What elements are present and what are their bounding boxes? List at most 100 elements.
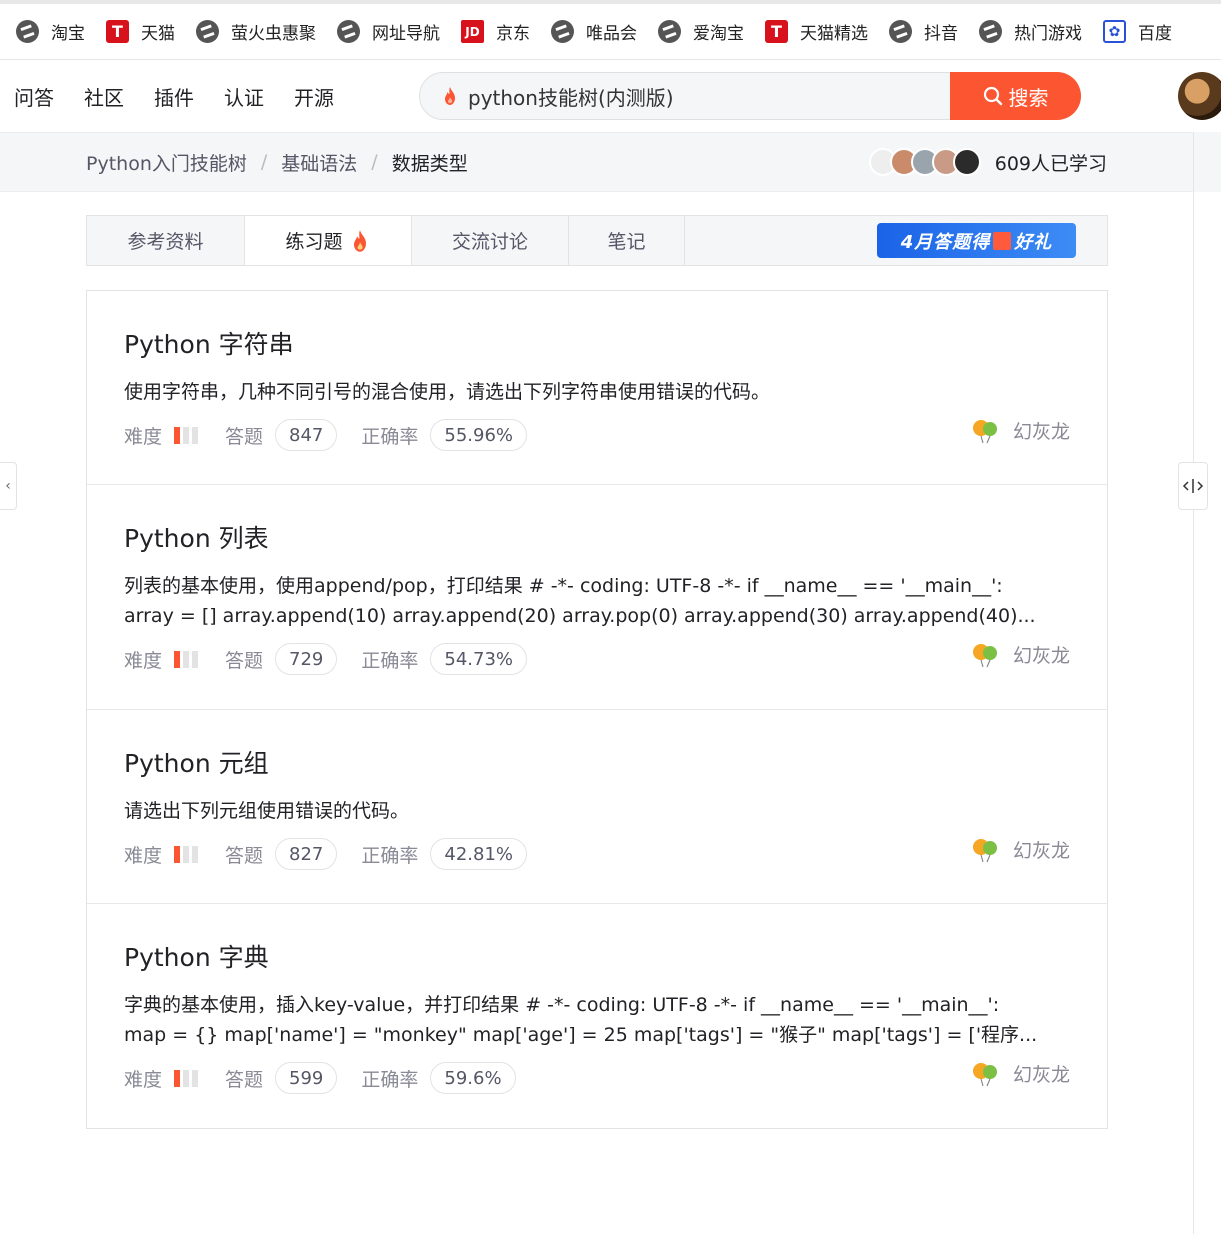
nav-links: 问答 社区 插件 认证 开源 <box>14 60 364 132</box>
exercise-title[interactable]: Python 元组 <box>124 746 1070 782</box>
promo-text: 好礼 <box>1014 231 1053 253</box>
difficulty-label: 难度 <box>124 1068 163 1091</box>
bookmark-tmall-select[interactable]: T 天猫精选 <box>765 19 868 44</box>
exercise-author[interactable]: 幻灰龙 <box>971 417 1070 444</box>
learner-avatar <box>952 148 981 176</box>
bookmark-label: 天猫精选 <box>800 24 868 44</box>
tmall-icon: T <box>106 20 129 43</box>
balloon-avatar-icon <box>972 643 997 667</box>
exercise-author[interactable]: 幻灰龙 <box>971 1060 1070 1087</box>
exercise-card[interactable]: Python 列表 列表的基本使用，使用append/pop，打印结果 # -*… <box>87 485 1107 710</box>
bookmark-douyin[interactable]: 抖音 <box>889 19 958 44</box>
exercise-description: 使用字符串，几种不同引号的混合使用，请选出下列字符串使用错误的代码。 <box>124 381 771 403</box>
exercise-meta: 难度 答题 599 正确率 59.6% <box>124 1062 1070 1094</box>
exercise-title[interactable]: Python 字典 <box>124 940 1070 976</box>
exercise-card[interactable]: Python 元组 请选出下列元组使用错误的代码。 难度 答题 827 正确率 … <box>87 710 1107 904</box>
bookmark-nav[interactable]: 网址导航 <box>337 19 440 44</box>
tab-label: 参考资料 <box>127 231 204 253</box>
expand-arrows-icon <box>1182 479 1204 493</box>
fire-icon <box>353 229 366 252</box>
nav-link-qa[interactable]: 问答 <box>14 82 54 111</box>
learners-count: 609人已学习 <box>994 152 1107 175</box>
difficulty-bars <box>174 845 201 863</box>
bookmark-games[interactable]: 热门游戏 <box>979 19 1082 44</box>
chevron-left-icon[interactable]: ‹ <box>0 462 17 510</box>
difficulty-bars <box>174 426 201 444</box>
tab-discussion[interactable]: 交流讨论 <box>412 216 569 265</box>
author-name: 幻灰龙 <box>1012 840 1070 862</box>
tab-exercises[interactable]: 练习题 <box>245 216 412 265</box>
nav-link-community[interactable]: 社区 <box>84 82 124 111</box>
promo-banner[interactable]: 4月答题得 好礼 <box>877 223 1076 258</box>
exercise-description: 字典的基本使用，插入key-value，并打印结果 # -*- coding: … <box>124 994 1000 1016</box>
balloon-avatar-icon <box>972 1062 997 1086</box>
breadcrumb-item-basic-syntax[interactable]: 基础语法 <box>281 149 357 176</box>
exercise-title[interactable]: Python 字符串 <box>124 327 1070 363</box>
e-browser-icon <box>889 20 912 43</box>
exercise-description: array = [] array.append(10) array.append… <box>124 605 1036 627</box>
jd-icon: JD <box>461 20 484 43</box>
tab-notes[interactable]: 笔记 <box>569 216 685 265</box>
bookmark-jd[interactable]: JD 京东 <box>461 19 530 44</box>
tab-label: 笔记 <box>607 231 646 253</box>
exercise-title[interactable]: Python 列表 <box>124 521 1070 557</box>
exercise-description: 列表的基本使用，使用append/pop，打印结果 # -*- coding: … <box>124 575 1003 597</box>
bookmark-label: 京东 <box>496 24 530 44</box>
bookmark-vip[interactable]: 唯品会 <box>551 19 637 44</box>
bookmark-aitaobao[interactable]: 爱淘宝 <box>658 19 744 44</box>
bookmark-taobao[interactable]: 淘宝 <box>16 19 85 44</box>
difficulty-label: 难度 <box>124 844 163 867</box>
tab-references[interactable]: 参考资料 <box>87 216 245 265</box>
panel-resize-icon[interactable] <box>1178 462 1208 510</box>
nav-link-certification[interactable]: 认证 <box>224 82 264 111</box>
promo-text: 4月答题得 <box>900 231 991 253</box>
top-nav: 问答 社区 插件 认证 开源 搜索 <box>0 60 1221 132</box>
exercise-card[interactable]: Python 字符串 使用字符串，几种不同引号的混合使用，请选出下列字符串使用错… <box>87 291 1107 485</box>
search-button[interactable]: 搜索 <box>950 72 1081 120</box>
e-browser-icon <box>16 20 39 43</box>
accuracy-label: 正确率 <box>361 844 419 867</box>
author-name: 幻灰龙 <box>1012 645 1070 667</box>
balloon-avatar-icon <box>972 419 997 443</box>
content-tabs: 参考资料 练习题 交流讨论 笔记 4月答题得 好礼 <box>86 215 1108 266</box>
difficulty-label: 难度 <box>124 649 163 672</box>
exercise-meta: 难度 答题 827 正确率 42.81% <box>124 838 1070 870</box>
answers-label: 答题 <box>225 1068 264 1091</box>
search-input[interactable] <box>468 73 948 119</box>
exercise-card[interactable]: Python 字典 字典的基本使用，插入key-value，并打印结果 # -*… <box>87 904 1107 1128</box>
bookmark-tmall[interactable]: T 天猫 <box>106 19 175 44</box>
difficulty-bars <box>174 650 201 668</box>
gift-icon <box>993 231 1012 250</box>
breadcrumb-item-python-tree[interactable]: Python入门技能树 <box>86 149 247 176</box>
bookmark-label: 萤火虫惠聚 <box>231 24 316 44</box>
bookmark-label: 网址导航 <box>372 24 440 44</box>
user-avatar[interactable] <box>1178 72 1221 120</box>
exercise-list: Python 字符串 使用字符串，几种不同引号的混合使用，请选出下列字符串使用错… <box>86 290 1108 1129</box>
exercise-author[interactable]: 幻灰龙 <box>971 641 1070 668</box>
bookmark-label: 唯品会 <box>586 24 637 44</box>
accuracy-value: 59.6% <box>430 1062 516 1094</box>
bookmark-label: 爱淘宝 <box>693 24 744 44</box>
bookmark-baidu[interactable]: ✿ 百度 <box>1103 19 1172 44</box>
accuracy-label: 正确率 <box>361 425 419 448</box>
right-panel <box>1193 132 1221 1234</box>
learner-avatars <box>868 148 981 176</box>
accuracy-value: 54.73% <box>430 643 528 675</box>
breadcrumb: Python入门技能树 / 基础语法 / 数据类型 <box>86 133 468 191</box>
answers-label: 答题 <box>225 425 264 448</box>
exercise-author[interactable]: 幻灰龙 <box>971 836 1070 863</box>
accuracy-label: 正确率 <box>361 649 419 672</box>
tab-label: 练习题 <box>285 231 343 253</box>
bookmark-yinghuochong[interactable]: 萤火虫惠聚 <box>196 19 316 44</box>
bookmark-label: 抖音 <box>924 24 958 44</box>
nav-link-plugins[interactable]: 插件 <box>154 82 194 111</box>
accuracy-label: 正确率 <box>361 1068 419 1091</box>
nav-link-opensource[interactable]: 开源 <box>294 82 334 111</box>
tmall-icon: T <box>765 20 788 43</box>
author-name: 幻灰龙 <box>1012 1064 1070 1086</box>
search-icon <box>983 86 1002 106</box>
answers-count: 847 <box>275 419 338 451</box>
accuracy-value: 42.81% <box>430 838 528 870</box>
difficulty-label: 难度 <box>124 425 163 448</box>
e-browser-icon <box>551 20 574 43</box>
